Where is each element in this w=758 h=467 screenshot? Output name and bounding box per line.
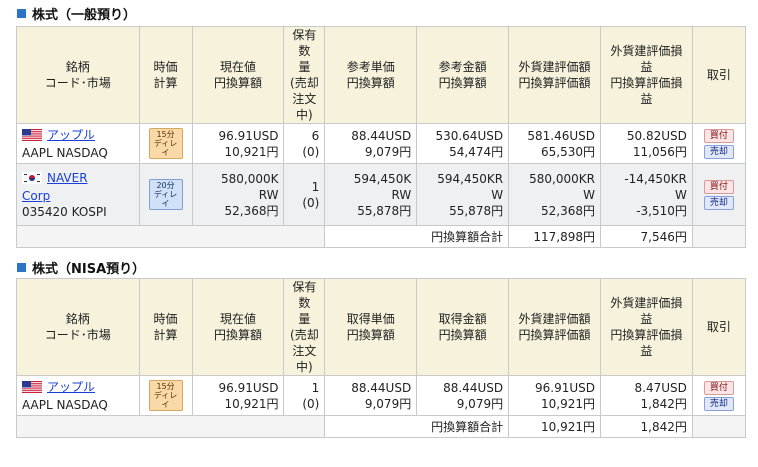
section-title-nisa: 株式（NISA預り） [17,258,145,277]
stock-name-cell: NAVER Corp 035420 KOSPI [16,163,140,226]
pl-cell: 8.47USD 1,842円 [599,375,693,416]
unit-price-cell: 88.44USD 9,079円 [324,123,418,164]
stock-code-market: 035420 KOSPI [22,204,107,219]
section-marker-icon [17,263,26,272]
header-row: 銘柄 コード･市場 時価 計算 現在値 円換算額 保有数 量 (売却 注文 中) 取得単… [16,278,747,376]
header-col-amount: 取得金額 円換算額 [416,278,510,376]
header-col-amount: 参考金額 円換算額 [416,26,510,124]
total-row: 円換算額合計 117,898円 7,546円 [15,225,747,248]
current-price-cell: 96.91USD 10,921円 [191,375,285,416]
header-col-quantity: 保有数 量 (売却 注文 中) [283,26,326,124]
amount-cell: 594,450KR W 55,878円 [416,163,510,226]
header-col-price-calc: 時価 計算 [138,26,193,124]
quantity-cell: 1 (0) [283,163,326,226]
valuation-cell: 580,000KR W 52,368円 [508,163,601,226]
header-col-quantity: 保有数 量 (売却 注文 中) [283,278,326,376]
delay-badge: 15分 ディレイ [148,128,183,159]
header-col-unit-price: 取得単価 円換算額 [324,278,418,376]
header-col-unit-price: 参考単価 円換算額 [324,26,418,124]
stock-name-cell: アップル AAPL NASDAQ [16,123,140,164]
price-calc-cell: 20分 ディレイ [138,163,193,226]
quantity-cell: 1 (0) [283,375,326,416]
pl-cell: 50.82USD 11,056円 [599,123,693,164]
total-label: 円換算額合計 [324,225,510,248]
us-flag-icon [22,128,42,144]
stock-name-cell: アップル AAPL NASDAQ [16,375,140,416]
delay-badge: 15分 ディレイ [148,380,183,411]
buy-button[interactable]: 買付 [703,380,734,395]
stock-name-link[interactable]: アップル [47,380,95,394]
valuation-cell: 96.91USD 10,921円 [508,375,601,416]
holdings-table-general: 銘柄 コード･市場 時価 計算 現在値 円換算額 保有数 量 (売却 注文 中) 参考単… [15,26,747,248]
total-pl: 7,546円 [599,225,693,248]
trade-cell: 買付 売却 [691,123,747,164]
total-blank [15,415,326,438]
header-row: 銘柄 コード･市場 時価 計算 現在値 円換算額 保有数 量 (売却 注文 中) 参考単… [16,26,747,124]
header-col-trade: 取引 [691,278,747,376]
trade-cell: 買付 売却 [691,375,747,416]
header-col-pl: 外貨建評価損益 円換算評価損益 [599,278,693,376]
total-trade-blank [691,225,747,248]
pl-cell: -14,450KR W -3,510円 [599,163,693,226]
total-valuation: 10,921円 [508,415,601,438]
header-col-price-calc: 時価 計算 [138,278,193,376]
current-price-cell: 96.91USD 10,921円 [191,123,285,164]
holdings-table-nisa: 銘柄 コード･市場 時価 計算 現在値 円換算額 保有数 量 (売却 注文 中) 取得単… [15,278,747,438]
unit-price-cell: 594,450K RW 55,878円 [324,163,418,226]
sell-button[interactable]: 売却 [703,195,734,210]
total-row: 円換算額合計 10,921円 1,842円 [15,415,747,438]
buy-button[interactable]: 買付 [703,128,734,143]
section-title-text: 株式（NISA預り） [32,262,146,277]
total-label: 円換算額合計 [324,415,510,438]
quantity-cell: 6 (0) [283,123,326,164]
header-col-trade: 取引 [691,26,747,124]
sell-button[interactable]: 売却 [703,144,734,159]
section-title-text: 株式（一般預り） [32,8,137,23]
section-title-general: 株式（一般預り） [17,4,136,23]
trade-cell: 買付 売却 [691,163,747,226]
current-price-cell: 580,000K RW 52,368円 [191,163,285,226]
kr-flag-icon [22,171,42,187]
header-col-current-price: 現在値 円換算額 [191,26,285,124]
header-col-valuation: 外貨建評価額 円換算評価額 [508,278,601,376]
price-calc-cell: 15分 ディレイ [138,375,193,416]
table-row: アップル AAPL NASDAQ 15分 ディレイ 96.91USD 10,921円 1… [16,375,747,416]
header-col-pl: 外貨建評価損益 円換算評価損益 [599,26,693,124]
us-flag-icon [22,380,42,396]
stock-code-market: AAPL NASDAQ [22,397,108,412]
unit-price-cell: 88.44USD 9,079円 [324,375,418,416]
header-col-name: 銘柄 コード･市場 [16,26,140,124]
header-col-name: 銘柄 コード･市場 [16,278,140,376]
amount-cell: 530.64USD 54,474円 [416,123,510,164]
table-row: アップル AAPL NASDAQ 15分 ディレイ 96.91USD 10,921円 6… [16,123,747,164]
table-row: NAVER Corp 035420 KOSPI 20分 ディレイ 580,000K R… [16,163,747,226]
amount-cell: 88.44USD 9,079円 [416,375,510,416]
header-col-current-price: 現在値 円換算額 [191,278,285,376]
stock-code-market: AAPL NASDAQ [22,145,108,160]
stock-name-link[interactable]: アップル [47,128,95,142]
header-col-valuation: 外貨建評価額 円換算評価額 [508,26,601,124]
total-blank [15,225,326,248]
sell-button[interactable]: 売却 [703,396,734,411]
delay-badge: 20分 ディレイ [148,179,183,210]
price-calc-cell: 15分 ディレイ [138,123,193,164]
total-valuation: 117,898円 [508,225,601,248]
section-marker-icon [17,9,26,18]
valuation-cell: 581.46USD 65,530円 [508,123,601,164]
total-trade-blank [691,415,747,438]
total-pl: 1,842円 [599,415,693,438]
buy-button[interactable]: 買付 [703,179,734,194]
